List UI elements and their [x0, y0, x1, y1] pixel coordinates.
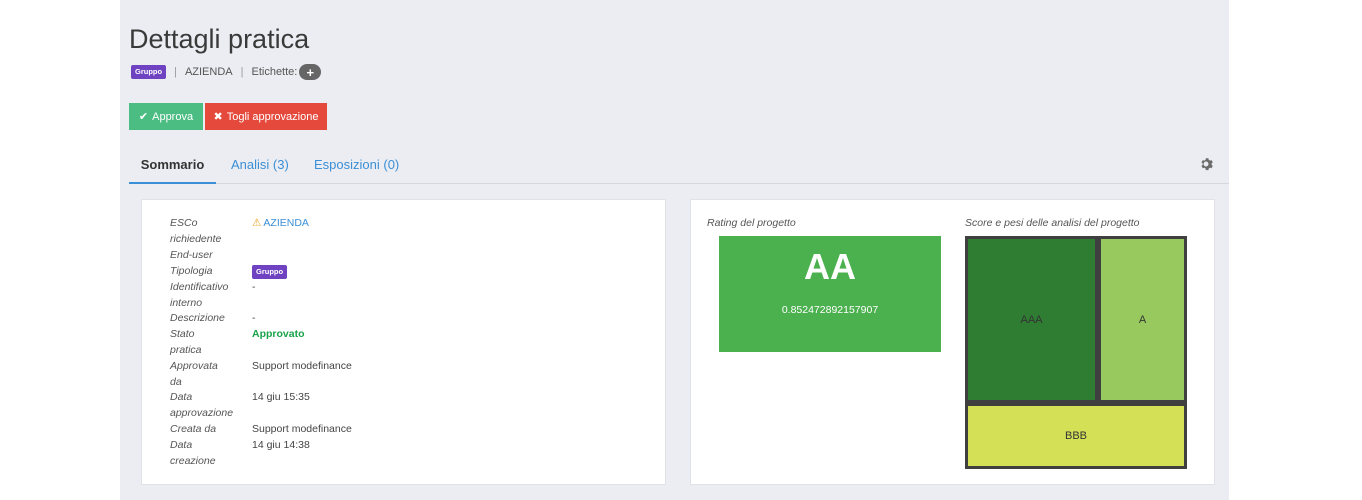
rating-grade: AA [804, 246, 856, 287]
gear-icon[interactable] [1199, 157, 1213, 171]
field-label-enduser: End-user [170, 248, 248, 264]
label-line: End-user [170, 249, 213, 261]
esco-link[interactable]: AZIENDA [263, 217, 309, 229]
field-label-identificativo: Identificativo interno [170, 280, 248, 312]
label-line: Stato [170, 328, 195, 340]
unapprove-button[interactable]: ✖ Togli approvazione [205, 103, 327, 130]
label-line: pratica [170, 343, 202, 356]
field-value-stato: Approvato [252, 328, 305, 340]
field-value-approvata: Support modefinance [252, 360, 352, 372]
label-line: Data [170, 439, 193, 451]
label-line: Creata da [170, 423, 217, 435]
label-line: Tipologia [170, 265, 213, 277]
page-container: Dettagli pratica Gruppo | AZIENDA | Etic… [120, 0, 1229, 500]
label-line: ESCo [170, 217, 198, 229]
type-badge: Gruppo [131, 65, 167, 79]
label-line: da [170, 375, 182, 388]
field-label-creata: Creata da [170, 422, 248, 438]
label-line: Approvata [170, 360, 218, 372]
approve-button-label: Approva [152, 110, 194, 123]
check-icon: ✔ [138, 111, 149, 123]
field-value-creata: Support modefinance [252, 423, 352, 435]
rating-score: 0.852472892157907 [781, 304, 879, 316]
approve-button[interactable]: ✔ Approva [129, 103, 203, 130]
close-icon: ✖ [213, 111, 223, 123]
field-value-data-approvazione: 14 giu 15:35 [252, 391, 310, 403]
label-line: Identificativo [170, 281, 229, 293]
label-line: interno [170, 296, 203, 309]
meta-separator: | [240, 66, 244, 78]
field-value-data-creazione: 14 giu 14:38 [252, 439, 310, 451]
rating-caption: Rating del progetto [707, 217, 796, 229]
tab-analisi[interactable]: Analisi (3) [231, 150, 289, 184]
page-meta: Gruppo | AZIENDA | Etichette: + [131, 64, 322, 80]
tab-bar: Sommario Analisi (3) Esposizioni (0) [129, 150, 1229, 184]
tab-esposizioni[interactable]: Esposizioni (0) [314, 150, 399, 184]
tags-label: Etichette: [251, 66, 298, 78]
field-label-esco: ESCo richiedente [170, 216, 248, 248]
label-line: Data [170, 391, 193, 403]
field-label-data-creazione: Data creazione [170, 438, 248, 470]
treemap-cell-aaa[interactable]: AAA [968, 239, 1095, 400]
treemap-cell-bbb[interactable]: BBB [968, 406, 1184, 466]
meta-separator: | [174, 66, 177, 78]
treemap-cell-a[interactable]: A [1101, 239, 1184, 400]
field-value-esco[interactable]: ⚠ AZIENDA [252, 216, 309, 232]
warning-icon: ⚠ [252, 217, 262, 229]
field-value-identificativo: - [252, 281, 256, 293]
field-label-tipologia: Tipologia [170, 264, 248, 280]
field-label-stato: Stato pratica [170, 327, 248, 359]
tab-sommario[interactable]: Sommario [129, 150, 216, 184]
field-value-tipologia: Gruppo [252, 264, 288, 280]
field-label-data-approvazione: Data approvazione [170, 390, 248, 422]
add-tag-icon[interactable]: + [299, 64, 322, 80]
field-label-approvata: Approvata da [170, 359, 248, 391]
entity-name: AZIENDA [184, 66, 233, 78]
unapprove-button-label: Togli approvazione [226, 110, 319, 123]
label-line: approvazione [170, 406, 234, 419]
label-line: richiedente [170, 232, 222, 245]
rating-card: Rating del progetto AA 0.852472892157907… [690, 199, 1215, 485]
scores-treemap: AAA A BBB [965, 236, 1187, 469]
type-badge: Gruppo [252, 265, 288, 279]
rating-box: AA 0.852472892157907 [719, 236, 941, 352]
page-title: Dettagli pratica [129, 24, 310, 54]
field-label-descrizione: Descrizione [170, 311, 248, 327]
label-line: Descrizione [170, 312, 225, 324]
label-line: creazione [170, 454, 216, 467]
scores-caption: Score e pesi delle analisi del progetto [965, 217, 1140, 229]
summary-card: ESCo richiedente ⚠ AZIENDA End-user Tipol… [141, 199, 666, 485]
field-value-descrizione: - [252, 312, 256, 324]
